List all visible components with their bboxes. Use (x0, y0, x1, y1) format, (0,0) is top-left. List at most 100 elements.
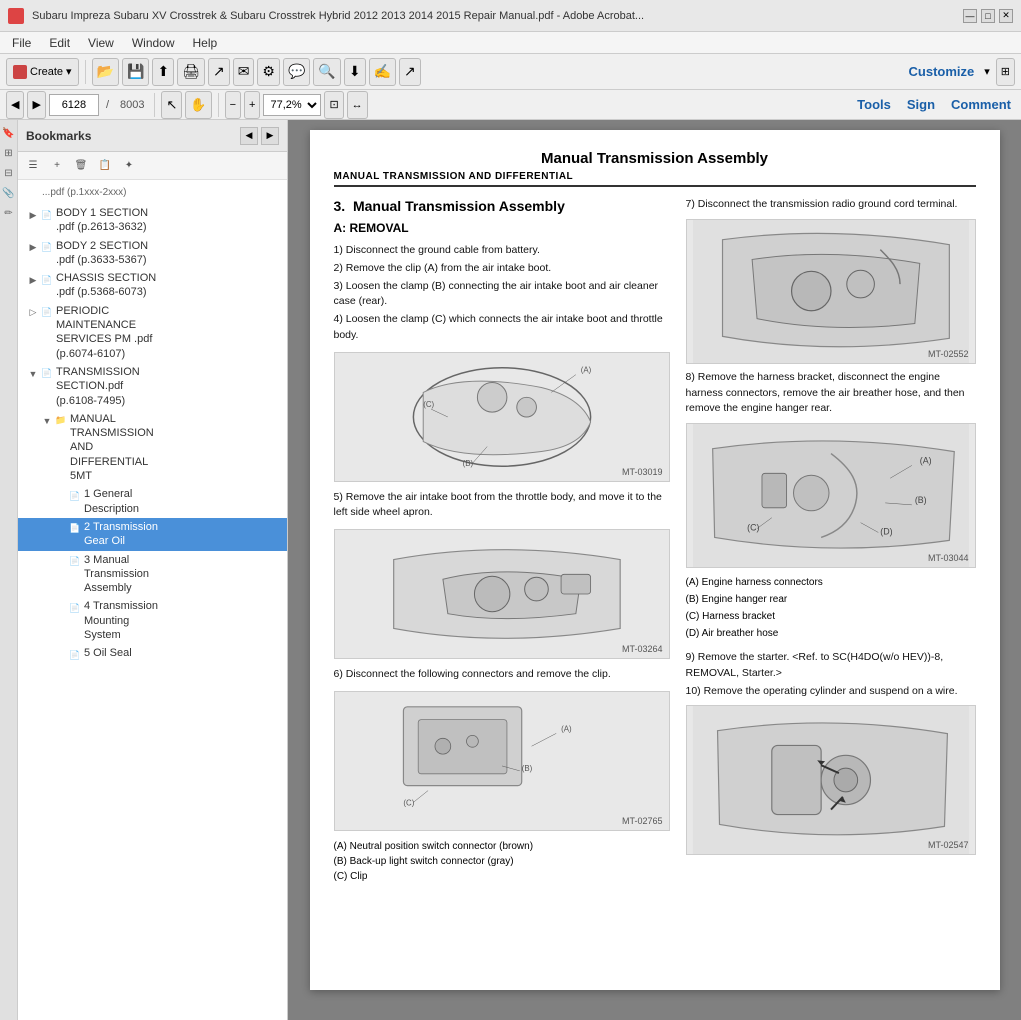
email-button[interactable]: ✉ (233, 58, 255, 86)
sign-link[interactable]: Sign (903, 95, 939, 114)
download-button[interactable]: ⬇ (344, 58, 366, 86)
fullscreen-button[interactable]: ⊞ (996, 58, 1015, 86)
label-transmission: TRANSMISSIONSECTION.pdf(p.6108-7495) (54, 365, 140, 408)
image-label-1: MT-03019 (622, 467, 663, 477)
tools-link[interactable]: Tools (853, 95, 895, 114)
menu-view[interactable]: View (80, 34, 122, 52)
file-icon-chassis: 📄 (40, 272, 54, 288)
nav-toolbar: ◀ ▶ 6128 / 8003 ↖ ✋ − + 77,2% 50% 75% 10… (0, 90, 1021, 120)
sidebar-item-body2[interactable]: ▶ 📄 BODY 2 SECTION.pdf (p.3633-5367) (18, 237, 287, 270)
restore-button[interactable]: □ (981, 9, 995, 23)
back-button[interactable]: ◀ (6, 91, 24, 119)
sidebar-item-chassis[interactable]: ▶ 📄 CHASSIS SECTION.pdf (p.5368-6073) (18, 269, 287, 302)
nav-sep2 (218, 93, 219, 117)
upload-button[interactable]: ⬆ (152, 58, 174, 86)
page-number-input[interactable]: 6128 (49, 94, 99, 116)
svg-text:(A): (A) (919, 455, 931, 465)
sidebar-item-oil-seal[interactable]: 📄 5 Oil Seal (18, 644, 287, 665)
window-title: Subaru Impreza Subaru XV Crosstrek & Sub… (32, 10, 955, 22)
sidebar-item-manual-trans[interactable]: ▼ 📁 MANUALTRANSMISSIONANDDIFFERENTIAL5MT (18, 410, 287, 485)
label-oil-seal: 5 Oil Seal (82, 646, 132, 660)
new-bookmark-button[interactable]: + (46, 155, 68, 177)
sidebar-item-mounting[interactable]: 📄 4 TransmissionMountingSystem (18, 597, 287, 644)
fit-page-button[interactable]: ⊡ (324, 91, 343, 119)
bookmark-item-truncated[interactable]: ...pdf (p.1xxx-2xxx) (18, 184, 287, 204)
minimize-button[interactable]: — (963, 9, 977, 23)
svg-text:(D): (D) (880, 526, 892, 536)
folder-icon-manual: 📁 (54, 413, 68, 429)
zoom-out-button[interactable]: − (225, 91, 241, 119)
pdf-page-title: Manual Transmission Assembly (334, 150, 976, 167)
zoom-select[interactable]: 77,2% 50% 75% 100% 125% 150% (263, 94, 321, 116)
cursor-button[interactable]: ↗ (208, 58, 230, 86)
pdf-section-title: 3. Manual Transmission Assembly (334, 197, 670, 215)
share-button[interactable]: ↗ (399, 58, 421, 86)
expand-icon-gear-oil (54, 521, 68, 537)
pdf-step-6: 6) Disconnect the following connectors a… (334, 667, 670, 683)
sidebar-item-transmission[interactable]: ▼ 📄 TRANSMISSIONSECTION.pdf(p.6108-7495) (18, 363, 287, 410)
label-body2: BODY 2 SECTION.pdf (p.3633-5367) (54, 239, 148, 268)
file-icon-periodic: 📄 (40, 305, 54, 321)
sidebar-item-assembly[interactable]: 📄 3 ManualTransmissionAssembly (18, 551, 287, 598)
forward-button[interactable]: ▶ (27, 91, 45, 119)
print-button[interactable]: 🖨 (177, 58, 205, 86)
search-tb-button[interactable]: 🔍 (313, 58, 340, 86)
svg-text:(C): (C) (423, 400, 434, 409)
sidebar-item-periodic[interactable]: ▷ 📄 PERIODICMAINTENANCESERVICES PM .pdf(… (18, 302, 287, 363)
menu-help[interactable]: Help (185, 34, 226, 52)
create-dropdown-icon: ▾ (66, 65, 72, 78)
sign-tb-button[interactable]: ✍ (369, 58, 396, 86)
pdf-steps-1-4: 1) Disconnect the ground cable from batt… (334, 243, 670, 344)
pdf-step-8: 8) Remove the harness bracket, disconnec… (686, 370, 976, 417)
label-mounting: 4 TransmissionMountingSystem (82, 599, 158, 642)
collapse-panel-button[interactable]: ◀ (240, 127, 258, 145)
label-assembly: 3 ManualTransmissionAssembly (82, 553, 149, 596)
file-icon-body1: 📄 (40, 207, 54, 223)
comment-link[interactable]: Comment (947, 95, 1015, 114)
pdf-image-mt03264: MT-03264 (334, 529, 670, 659)
thumbnail-panel-icon[interactable]: ⊞ (2, 146, 16, 160)
layers-panel-icon[interactable]: ⊟ (2, 166, 16, 180)
delete-bookmark-button[interactable]: 🗑 (70, 155, 92, 177)
customize-button[interactable]: Customize (905, 62, 979, 81)
bookmark-panel-icon[interactable]: 🔖 (2, 126, 16, 140)
label-manual-trans: MANUALTRANSMISSIONANDDIFFERENTIAL5MT (68, 412, 154, 483)
main-toolbar: Create ▾ 📂 💾 ⬆ 🖨 ↗ ✉ ⚙ 💬 🔍 ⬇ ✍ ↗ Customi… (0, 54, 1021, 90)
bookmark-properties-button[interactable]: 📋 (94, 155, 116, 177)
fit-width-button[interactable]: ↔ (347, 91, 368, 119)
settings-button[interactable]: ⚙ (257, 58, 280, 86)
zoom-in-button[interactable]: + (244, 91, 260, 119)
expand-panel-button[interactable]: ▶ (261, 127, 279, 145)
expand-icon-assembly (54, 554, 68, 570)
nav-sep (154, 93, 155, 117)
open-button[interactable]: 📂 (92, 58, 119, 86)
sidebar-item-general[interactable]: 📄 1 GeneralDescription (18, 485, 287, 518)
pdf-legend-8: (A) Engine harness connectors (B) Engine… (686, 574, 976, 642)
sidebar-item-body1[interactable]: ▶ 📄 BODY 1 SECTION.pdf (p.2613-3632) (18, 204, 287, 237)
close-button[interactable]: ✕ (999, 9, 1013, 23)
bookmarks-menu-button[interactable]: ☰ (22, 155, 44, 177)
expand-icon-transmission: ▼ (26, 366, 40, 382)
image-label-4: MT-02552 (928, 349, 969, 359)
toolbar-sep-1 (85, 60, 86, 84)
comment-tb-button[interactable]: 💬 (283, 58, 310, 86)
page-icon-general: 📄 (68, 488, 82, 504)
annotations-panel-icon[interactable]: ✏ (2, 206, 16, 220)
title-bar: Subaru Impreza Subaru XV Crosstrek & Sub… (0, 0, 1021, 32)
bookmark-highlight-button[interactable]: ✦ (118, 155, 140, 177)
bookmarks-panel: Bookmarks ◀ ▶ ☰ + 🗑 📋 ✦ ...pdf (p.1xxx-2… (18, 120, 288, 1020)
expand-icon-oil-seal (54, 647, 68, 663)
select-tool[interactable]: ↖ (161, 91, 182, 119)
create-icon (13, 65, 27, 79)
menu-file[interactable]: File (4, 34, 39, 52)
sidebar-item-gear-oil[interactable]: 📄 2 TransmissionGear Oil (18, 518, 287, 551)
page-icon-gear-oil: 📄 (68, 521, 82, 537)
menu-edit[interactable]: Edit (41, 34, 78, 52)
create-button[interactable]: Create ▾ (6, 58, 79, 86)
file-icon-body2: 📄 (40, 240, 54, 256)
save-button[interactable]: 💾 (122, 58, 149, 86)
attachments-panel-icon[interactable]: 📎 (2, 186, 16, 200)
hand-tool[interactable]: ✋ (185, 91, 211, 119)
pdf-viewer[interactable]: Manual Transmission Assembly MANUAL TRAN… (288, 120, 1021, 1020)
menu-window[interactable]: Window (124, 34, 183, 52)
